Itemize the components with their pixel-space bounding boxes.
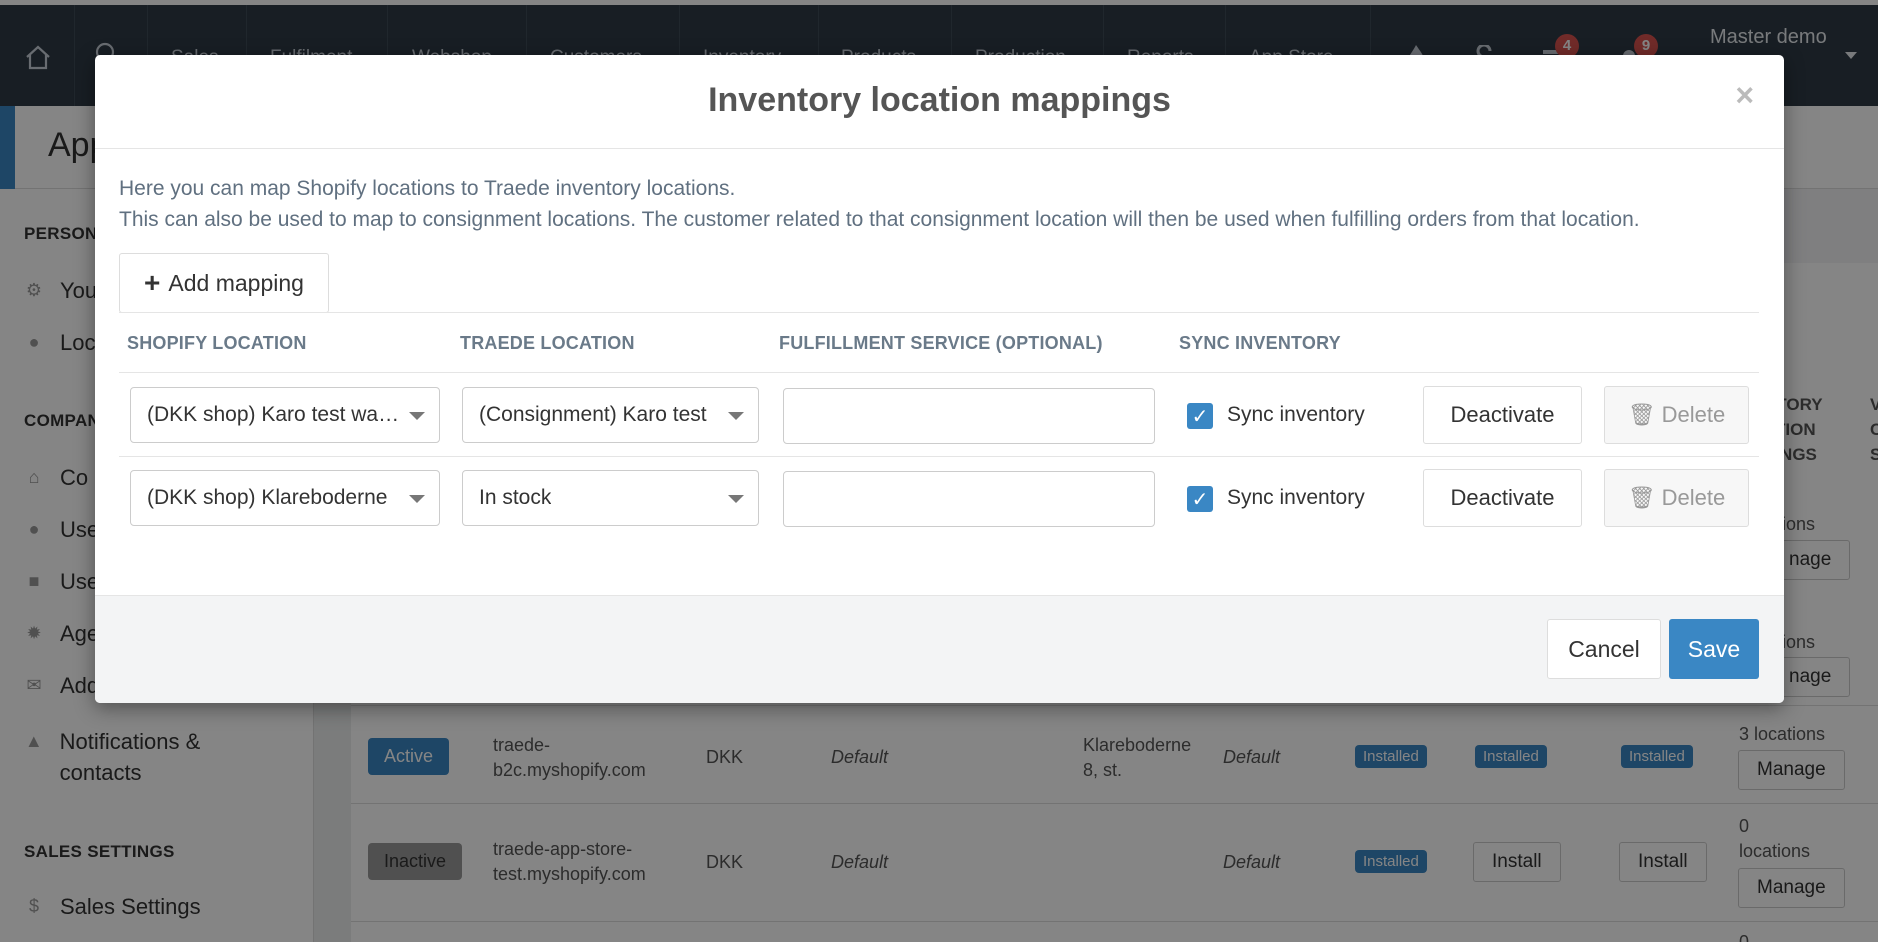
delete-button[interactable]: 🗑 Delete — [1604, 386, 1749, 444]
modal-footer — [95, 595, 1784, 703]
add-mapping-label: Add mapping — [168, 269, 304, 296]
chevron-down-icon — [409, 412, 425, 420]
sync-inventory-label[interactable]: Sync inventory — [1227, 486, 1365, 510]
description-line-2: This can also be used to map to consignm… — [119, 208, 1640, 231]
sync-inventory-label[interactable]: Sync inventory — [1227, 403, 1365, 427]
traede-location-value: In stock — [479, 486, 552, 509]
chevron-down-icon — [728, 412, 744, 420]
chevron-down-icon — [409, 495, 425, 503]
fulfillment-service-input[interactable] — [783, 388, 1155, 444]
shopify-location-value: (DKK shop) Klareboderne — [147, 486, 388, 509]
column-header-traede-location: TRAEDE LOCATION — [460, 333, 635, 353]
modal-title: Inventory location mappings — [708, 81, 1171, 119]
table-divider — [119, 312, 1759, 313]
add-mapping-button[interactable]: + Add mapping — [119, 253, 329, 313]
inventory-location-mappings-modal: Inventory location mappings × Here you c… — [95, 55, 1784, 703]
deactivate-button[interactable]: Deactivate — [1423, 469, 1582, 527]
fulfillment-service-input[interactable] — [783, 471, 1155, 527]
traede-location-value: (Consignment) Karo test — [479, 403, 707, 426]
delete-button[interactable]: 🗑 Delete — [1604, 469, 1749, 527]
sync-inventory-checkbox[interactable]: ✓ — [1187, 403, 1213, 429]
plus-icon: + — [144, 267, 161, 298]
cancel-button[interactable]: Cancel — [1547, 619, 1661, 679]
trash-icon: 🗑 — [1627, 485, 1656, 510]
shopify-location-select[interactable]: (DKK shop) Karo test warehouse — [130, 387, 440, 443]
deactivate-button[interactable]: Deactivate — [1423, 386, 1582, 444]
delete-label: Delete — [1661, 402, 1726, 427]
traede-location-select[interactable]: In stock — [462, 470, 759, 526]
close-icon[interactable]: × — [1735, 77, 1754, 114]
shopify-location-value: (DKK shop) Karo test warehouse — [147, 403, 403, 426]
column-header-fulfillment-service: FULFILLMENT SERVICE (OPTIONAL) — [779, 333, 1103, 353]
table-divider — [119, 456, 1759, 457]
table-divider — [119, 372, 1759, 373]
save-button[interactable]: Save — [1669, 619, 1759, 679]
shopify-location-select[interactable]: (DKK shop) Klareboderne — [130, 470, 440, 526]
description-line-1: Here you can map Shopify locations to Tr… — [119, 177, 736, 200]
traede-location-select[interactable]: (Consignment) Karo test — [462, 387, 759, 443]
trash-icon: 🗑 — [1627, 402, 1656, 427]
modal-description: Here you can map Shopify locations to Tr… — [119, 173, 1640, 235]
sync-inventory-checkbox[interactable]: ✓ — [1187, 486, 1213, 512]
chevron-down-icon — [728, 495, 744, 503]
modal-header: Inventory location mappings × — [95, 55, 1784, 149]
column-header-sync-inventory: SYNC INVENTORY — [1179, 333, 1341, 353]
delete-label: Delete — [1661, 485, 1726, 510]
column-header-shopify-location: SHOPIFY LOCATION — [127, 333, 307, 353]
